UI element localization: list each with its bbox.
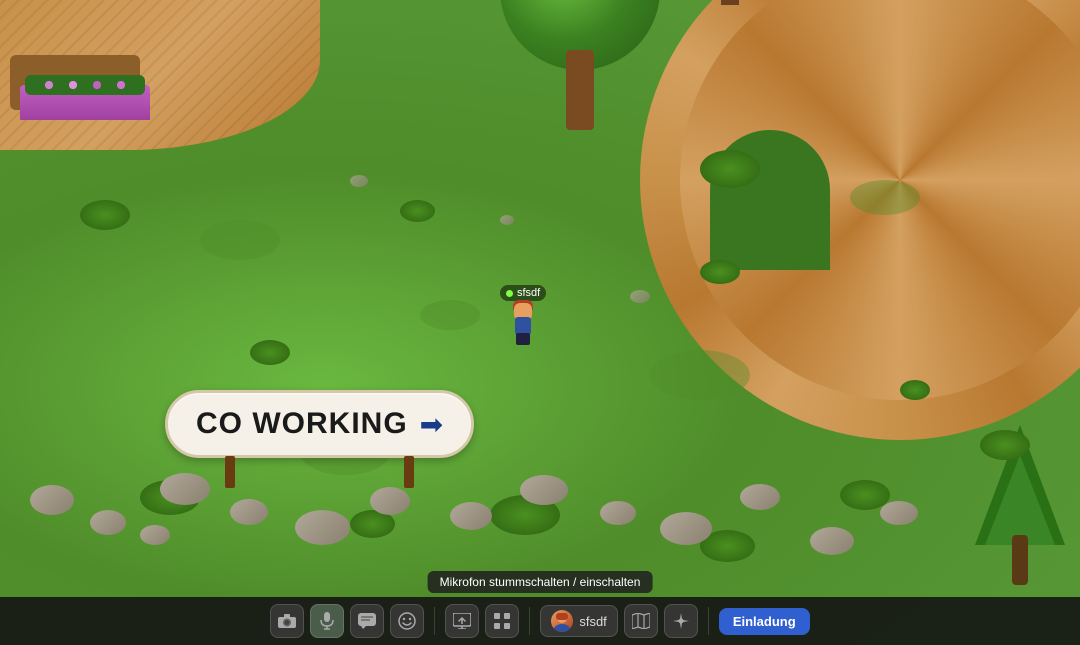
camera-icon bbox=[278, 614, 296, 628]
player-online-indicator bbox=[506, 290, 513, 297]
rock-4 bbox=[230, 499, 268, 525]
rock-6 bbox=[370, 487, 410, 515]
player-name-tag: sfsdf bbox=[500, 285, 546, 301]
planter-flowers bbox=[20, 85, 150, 120]
player-character: sfsdf bbox=[500, 285, 546, 345]
chat-button[interactable] bbox=[350, 604, 384, 638]
grass-1 bbox=[200, 220, 280, 260]
bush-9 bbox=[700, 260, 740, 284]
map-icon bbox=[632, 613, 650, 629]
rock-3 bbox=[160, 473, 210, 505]
rock-5 bbox=[295, 510, 350, 545]
game-world: CO WORKING ➡ sfsdf bbox=[0, 0, 1080, 645]
flower-planter bbox=[10, 55, 140, 110]
rock-11 bbox=[740, 484, 780, 510]
player-sprite bbox=[509, 303, 537, 345]
chat-icon bbox=[358, 613, 376, 629]
tree-large-trunk bbox=[566, 50, 594, 130]
rock-8 bbox=[520, 475, 568, 505]
sign-text: CO WORKING bbox=[196, 407, 408, 441]
bush-8 bbox=[400, 200, 435, 222]
emoji-icon bbox=[398, 612, 416, 630]
avatar-icon bbox=[551, 610, 573, 632]
toolbar-tooltip: Mikrofon stummschalten / einschalten bbox=[428, 571, 653, 593]
invite-button[interactable]: Einladung bbox=[719, 608, 810, 635]
grass-3 bbox=[650, 350, 750, 400]
coworking-sign: CO WORKING ➡ bbox=[165, 390, 474, 458]
player-legs bbox=[516, 333, 530, 345]
user-avatar bbox=[551, 610, 573, 632]
screen-share-icon bbox=[453, 613, 471, 629]
rock-1 bbox=[30, 485, 74, 515]
sign-arrow: ➡ bbox=[420, 408, 443, 441]
rock-12 bbox=[810, 527, 854, 555]
bush-2 bbox=[250, 340, 290, 365]
rock-2 bbox=[90, 510, 126, 535]
grass-4 bbox=[850, 180, 920, 215]
emoji-button[interactable] bbox=[390, 604, 424, 638]
bush-1 bbox=[80, 200, 130, 230]
screen-share-button[interactable] bbox=[445, 604, 479, 638]
bottom-toolbar: sfsdf Einladung bbox=[0, 597, 1080, 645]
grass-2 bbox=[420, 300, 480, 330]
deck-top-left bbox=[0, 0, 320, 150]
rock-13 bbox=[880, 501, 918, 525]
user-name-label: sfsdf bbox=[579, 614, 606, 629]
bush-12 bbox=[700, 150, 760, 188]
toolbar-divider-2 bbox=[529, 607, 530, 635]
bush-11 bbox=[980, 430, 1030, 460]
rock-10 bbox=[660, 512, 712, 545]
settings-button[interactable] bbox=[664, 604, 698, 638]
rock-9 bbox=[600, 501, 636, 525]
rock-14 bbox=[140, 525, 170, 545]
sign-post-right bbox=[404, 456, 414, 488]
settings-icon bbox=[672, 612, 690, 630]
tooltip-text: Mikrofon stummschalten / einschalten bbox=[440, 575, 641, 589]
sign-board: CO WORKING ➡ bbox=[165, 390, 474, 458]
conifer-trunk bbox=[1012, 535, 1028, 585]
apps-icon bbox=[494, 613, 510, 629]
bush-10 bbox=[900, 380, 930, 400]
mic-button[interactable] bbox=[310, 604, 344, 638]
rock-7 bbox=[450, 502, 492, 530]
apps-button[interactable] bbox=[485, 604, 519, 638]
toolbar-divider-3 bbox=[708, 607, 709, 635]
camera-button[interactable] bbox=[270, 604, 304, 638]
pebble-3 bbox=[630, 290, 650, 303]
map-button[interactable] bbox=[624, 604, 658, 638]
pebble-1 bbox=[350, 175, 368, 187]
user-chip[interactable]: sfsdf bbox=[540, 605, 617, 637]
player-name: sfsdf bbox=[517, 287, 540, 299]
tree-trunk bbox=[721, 0, 739, 5]
sign-post-left bbox=[225, 456, 235, 488]
pebble-2 bbox=[500, 215, 514, 225]
mic-icon bbox=[320, 612, 334, 630]
toolbar-divider-1 bbox=[434, 607, 435, 635]
